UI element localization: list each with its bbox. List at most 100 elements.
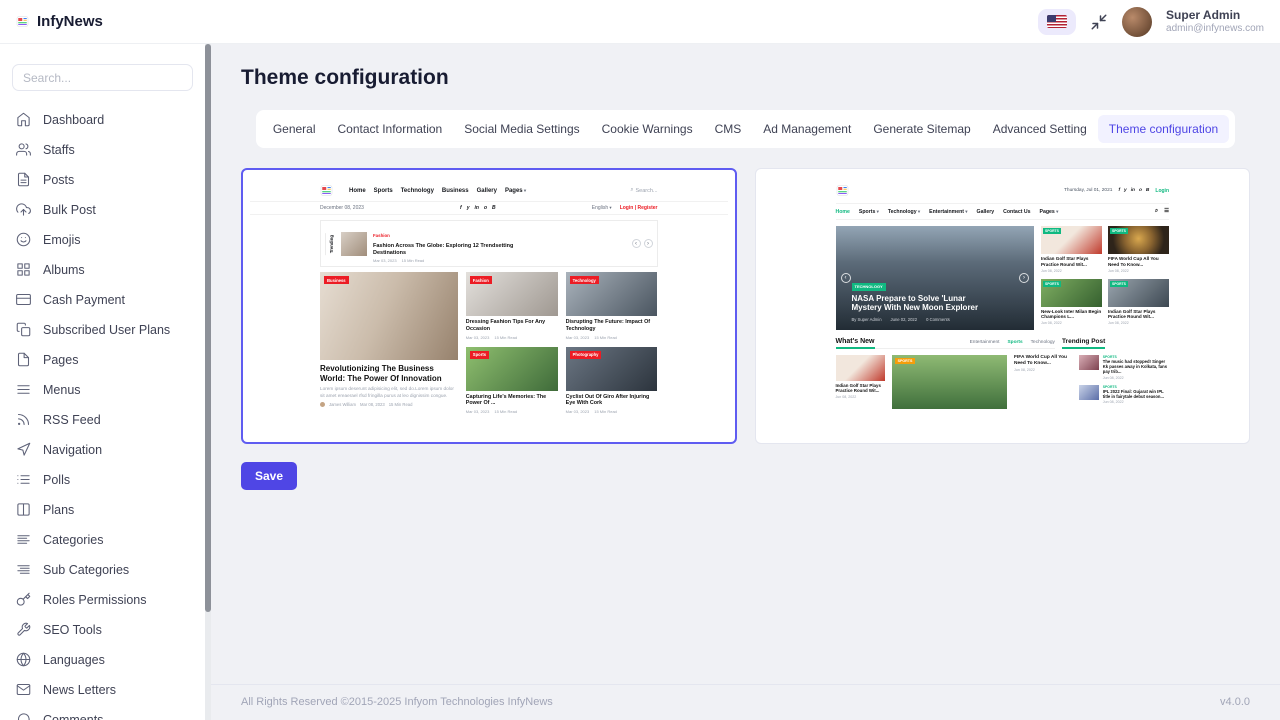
sidebar-item-categories[interactable]: Categories: [0, 525, 205, 555]
sidebar-item-comments[interactable]: Comments: [0, 705, 205, 720]
article-image: Fashion: [465, 272, 558, 317]
columns-icon: [16, 502, 32, 518]
us-flag-icon: [1047, 15, 1068, 28]
pinterest-icon: o: [1138, 188, 1142, 193]
sidebar-item-pages[interactable]: Pages: [0, 345, 205, 375]
globe-icon: [16, 652, 32, 668]
theme2-bottom-feature: FIFA World Cup All You Need To Know... J…: [1014, 355, 1067, 373]
sidebar-item-seo-tools[interactable]: SEO Tools: [0, 615, 205, 645]
article-image: SPORTS: [1107, 226, 1169, 254]
theme1-nav: Home Sports Technology Business Gallery …: [349, 188, 526, 194]
behance-icon: B: [492, 205, 496, 211]
article-image: Sports: [465, 346, 558, 391]
file-text-icon: [16, 172, 32, 188]
tab-ad-management[interactable]: Ad Management: [752, 115, 862, 143]
article-thumbnail: [1078, 355, 1099, 370]
theme-option-1[interactable]: Home Sports Technology Business Gallery …: [241, 168, 737, 444]
tab-advanced-setting[interactable]: Advanced Setting: [982, 115, 1098, 143]
message-icon: [16, 712, 32, 720]
topbar: InfyNews Super Admin admin@infynews.com: [0, 0, 1280, 44]
theme2-side-card: SPORTS FIFA World Cup All You Need To Kn…: [1107, 226, 1169, 273]
whats-new-heading: What's New: [835, 338, 875, 349]
theme2-nav: Home Sports Technology Entertainment Gal…: [835, 203, 1169, 220]
sidebar-item-dashboard[interactable]: Dashboard: [0, 105, 205, 135]
sidebar-menu: Dashboard Staffs Posts Bulk Post Emojis …: [0, 105, 205, 720]
theme2-login-link: Login: [1155, 187, 1169, 194]
layers-icon: [16, 322, 32, 338]
sidebar-item-menus[interactable]: Menus: [0, 375, 205, 405]
version-text: v4.0.0: [1220, 696, 1250, 708]
tab-generate-sitemap[interactable]: Generate Sitemap: [862, 115, 981, 143]
tab-social-media-settings[interactable]: Social Media Settings: [453, 115, 590, 143]
tab-contact-information[interactable]: Contact Information: [327, 115, 454, 143]
user-email: admin@infynews.com: [1166, 22, 1264, 34]
page-title: Theme configuration: [241, 66, 449, 89]
file-icon: [16, 352, 32, 368]
mail-icon: [16, 682, 32, 698]
theme2-side-card: SPORTS Indian Golf Star Plays Practice R…: [1107, 278, 1169, 325]
theme-option-2[interactable]: Thursday, Jul 01, 2021 f y in o B Login: [754, 168, 1250, 444]
sidebar-item-rss-feed[interactable]: RSS Feed: [0, 405, 205, 435]
sidebar-search-input[interactable]: [12, 64, 193, 91]
trending-post-heading: Trending Post: [1061, 338, 1106, 349]
theme2-bottom-card: Indian Golf Star Plays Practice Round Wi…: [835, 355, 885, 409]
theme2-wide-image: SPORTS: [891, 355, 1008, 409]
sidebar-item-albums[interactable]: Albums: [0, 255, 205, 285]
theme1-language: English: [592, 205, 612, 211]
theme1-search: ⌕ Search...: [630, 187, 658, 194]
sidebar-item-roles-permissions[interactable]: Roles Permissions: [0, 585, 205, 615]
user-avatar[interactable]: [1122, 6, 1153, 37]
settings-tabs: General Contact Information Social Media…: [255, 110, 1236, 148]
prev-icon: ‹: [840, 272, 851, 283]
user-name: Super Admin: [1166, 7, 1241, 22]
behance-icon: B: [1145, 188, 1150, 193]
sidebar-item-staffs[interactable]: Staffs: [0, 135, 205, 165]
article-image: Technology: [565, 272, 658, 317]
sidebar-item-posts[interactable]: Posts: [0, 165, 205, 195]
menu-icon: [16, 382, 32, 398]
sidebar-item-cash-payment[interactable]: Cash Payment: [0, 285, 205, 315]
theme2-trending-list: SPORTS The music had stopped! Singer Kk …: [1078, 355, 1169, 409]
tab-theme-configuration[interactable]: Theme configuration: [1097, 115, 1230, 143]
theme2-side-card: SPORTS Indian Golf Star Plays Practice R…: [1040, 226, 1102, 273]
align-justify-icon: [16, 562, 32, 578]
save-button[interactable]: Save: [241, 462, 298, 490]
app-brand[interactable]: InfyNews: [16, 13, 103, 30]
next-icon: ›: [1018, 272, 1029, 283]
whats-new-tabs: Entertainment Sports Technology: [969, 340, 1055, 345]
sidebar-item-polls[interactable]: Polls: [0, 465, 205, 495]
prev-icon: ‹: [631, 239, 641, 249]
article-image: Photography: [565, 346, 658, 391]
list-icon: [16, 472, 32, 488]
app-name: InfyNews: [37, 13, 103, 30]
theme2-social-icons: f y in o B: [1118, 188, 1149, 193]
language-flag-button[interactable]: [1038, 8, 1077, 35]
theme1-article-card: Photography Cyclist Out Of Giro After In…: [565, 346, 658, 414]
tab-general[interactable]: General: [262, 115, 327, 143]
sidebar-item-subscribed-user-plans[interactable]: Subscribed User Plans: [0, 315, 205, 345]
navigation-icon: [16, 442, 32, 458]
sidebar-item-navigation[interactable]: Navigation: [0, 435, 205, 465]
theme2-date: Thursday, Jul 01, 2021: [1063, 188, 1113, 193]
tab-cms[interactable]: CMS: [704, 115, 753, 143]
trending-category: Fashion: [373, 233, 390, 238]
sidebar-scrollbar: [205, 44, 211, 720]
theme1-article-card: Sports Capturing Life's Memories: The Po…: [465, 346, 558, 414]
smile-icon: [16, 232, 32, 248]
key-icon: [16, 592, 32, 608]
theme1-feature-article: Business Revolutionizing The Business Wo…: [320, 272, 458, 421]
sidebar-item-emojis[interactable]: Emojis: [0, 225, 205, 255]
sidebar-item-sub-categories[interactable]: Sub Categories: [0, 555, 205, 585]
sidebar-item-languages[interactable]: Languages: [0, 645, 205, 675]
user-menu[interactable]: Super Admin admin@infynews.com: [1166, 8, 1264, 36]
sidebar-item-bulk-post[interactable]: Bulk Post: [0, 195, 205, 225]
scrollbar-thumb[interactable]: [205, 44, 211, 612]
theme1-social-icons: f y in o B: [460, 205, 496, 211]
next-icon: ›: [643, 239, 653, 249]
users-icon: [16, 142, 32, 158]
twitter-icon: y: [466, 205, 470, 211]
tab-cookie-warnings[interactable]: Cookie Warnings: [591, 115, 704, 143]
fullscreen-compress-icon[interactable]: [1090, 13, 1108, 31]
sidebar-item-plans[interactable]: Plans: [0, 495, 205, 525]
sidebar-item-news-letters[interactable]: News Letters: [0, 675, 205, 705]
